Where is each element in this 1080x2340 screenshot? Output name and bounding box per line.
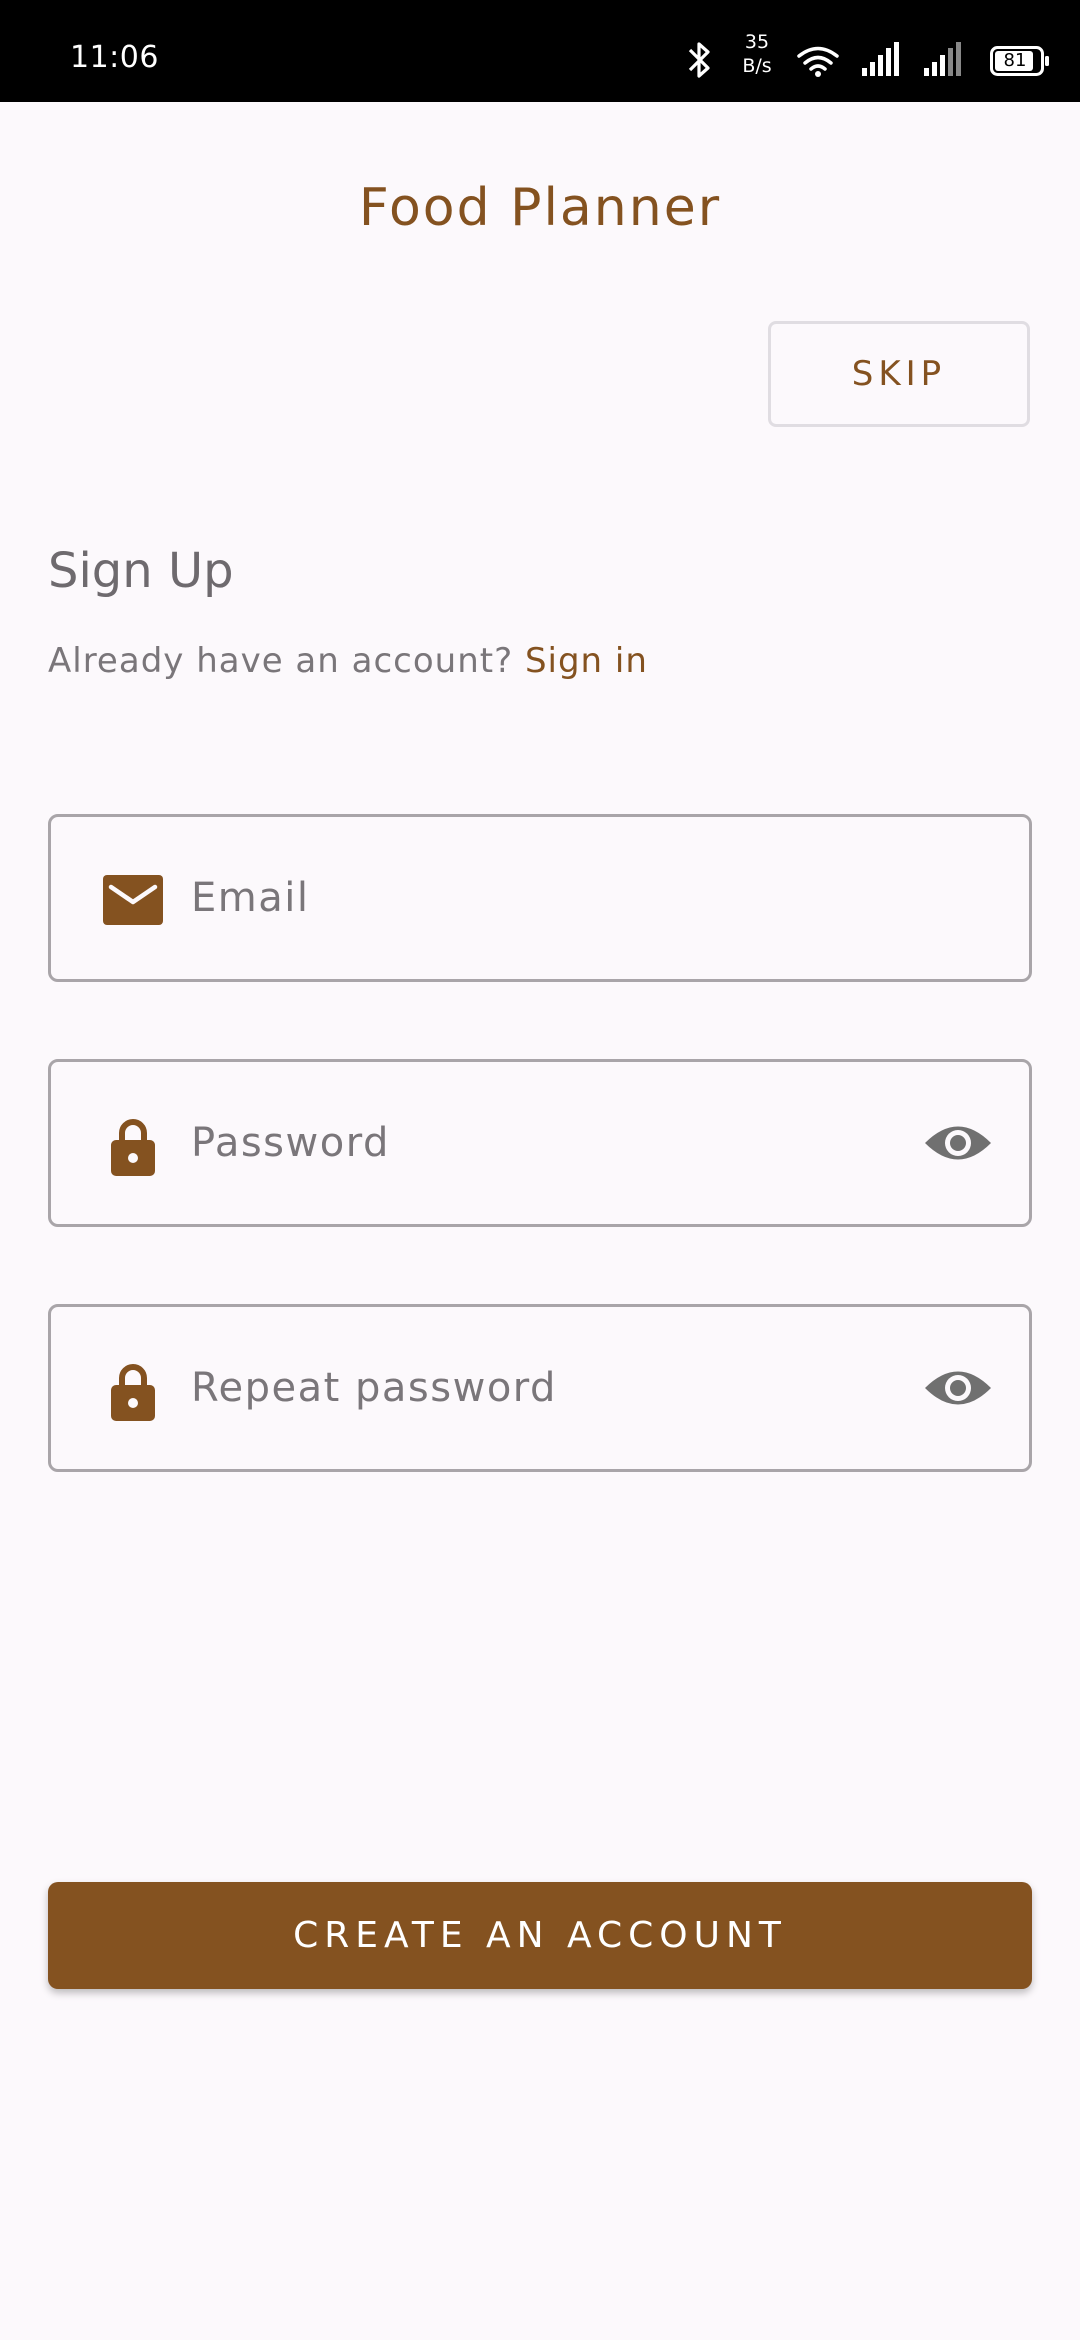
signal-icon xyxy=(924,42,961,76)
network-speed: 35 B/s xyxy=(732,30,782,78)
battery-level: 81 xyxy=(1003,50,1027,71)
network-speed-value: 35 xyxy=(744,31,770,53)
signin-prompt: Already have an account? xyxy=(48,641,514,681)
signal-icon xyxy=(862,42,899,76)
password-input[interactable] xyxy=(191,1062,951,1224)
status-bar: 11:06 35 B/s 81 xyxy=(0,0,1080,102)
bluetooth-icon xyxy=(688,42,710,78)
signin-link[interactable]: Sign in xyxy=(525,641,648,681)
repeat-password-input[interactable] xyxy=(191,1307,951,1469)
lock-icon xyxy=(111,1364,155,1421)
network-speed-unit: B/s xyxy=(742,55,772,77)
eye-icon[interactable] xyxy=(923,1118,993,1168)
app-title: Food Planner xyxy=(358,178,722,238)
battery-icon: 81 xyxy=(990,46,1049,76)
repeat-password-field[interactable] xyxy=(48,1304,1032,1472)
skip-button[interactable]: SKIP xyxy=(768,321,1030,427)
signin-prompt-line: Already have an account? Sign in xyxy=(48,641,648,681)
mail-icon xyxy=(103,875,163,925)
page-title: Sign Up xyxy=(48,543,234,599)
create-account-button[interactable]: CREATE AN ACCOUNT xyxy=(48,1882,1032,1989)
status-time: 11:06 xyxy=(70,40,159,75)
eye-icon[interactable] xyxy=(923,1363,993,1413)
email-input[interactable] xyxy=(191,817,951,979)
lock-icon xyxy=(111,1119,155,1176)
password-field[interactable] xyxy=(48,1059,1032,1227)
status-icons: 35 B/s 81 xyxy=(660,0,1080,102)
wifi-icon xyxy=(797,46,839,77)
email-field[interactable] xyxy=(48,814,1032,982)
